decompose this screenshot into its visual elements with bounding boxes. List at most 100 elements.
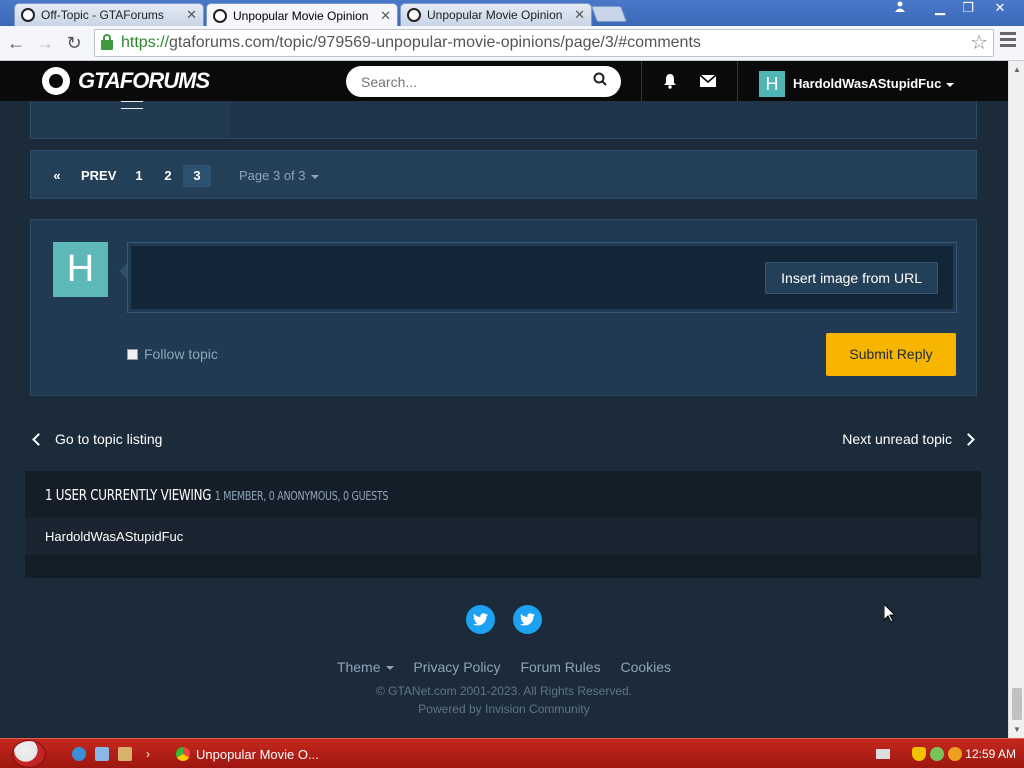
chevron-down-icon: [310, 174, 319, 179]
search-icon[interactable]: [593, 72, 607, 86]
user-menu[interactable]: HardoldWasAStupidFuc: [793, 76, 955, 91]
search-input[interactable]: [361, 73, 581, 90]
browser-tab-bar: Off-Topic - GTAForums ✕ Unpopular Movie …: [0, 0, 1024, 27]
pagination-bar: « PREV 1 2 3 Page 3 of 3: [30, 150, 977, 199]
viewing-count: 1 USER CURRENTLY VIEWING: [45, 486, 212, 504]
search-tray-icon[interactable]: [948, 747, 962, 761]
previous-post-bottom: [30, 101, 977, 139]
reply-user-avatar: H: [53, 242, 108, 297]
taskbar-window-label: Unpopular Movie O...: [196, 746, 319, 762]
viewing-breakdown: 1 MEMBER, 0 ANONYMOUS, 0 GUESTS: [214, 489, 389, 503]
forum-page: GTAFORUMS H HardoldWasAStupidFuc « PREV …: [0, 61, 1008, 738]
quick-launch-expand-icon[interactable]: ›: [146, 747, 154, 761]
privacy-policy-link[interactable]: Privacy Policy: [413, 659, 500, 675]
follow-topic-checkbox[interactable]: [127, 348, 138, 360]
forum-rules-link[interactable]: Forum Rules: [520, 659, 600, 675]
viewing-heading: 1 USER CURRENTLY VIEWING 1 MEMBER, 0 ANO…: [45, 486, 388, 504]
internet-explorer-icon[interactable]: [72, 747, 86, 761]
scroll-down-arrow-icon[interactable]: ▼: [1013, 725, 1021, 734]
taskbar-chrome-window[interactable]: Unpopular Movie O...: [170, 742, 320, 766]
cookies-link[interactable]: Cookies: [620, 659, 671, 675]
submit-reply-button[interactable]: Submit Reply: [826, 333, 956, 376]
window-controls: ▁ ❐ ✕: [886, 0, 1018, 18]
chrome-icon: [176, 747, 190, 761]
site-logo[interactable]: GTAFORUMS: [42, 67, 210, 95]
close-tab-icon[interactable]: ✕: [186, 7, 197, 23]
powered-by-link[interactable]: Powered by Invision Community: [0, 702, 1008, 716]
prev-page-button[interactable]: PREV: [81, 165, 116, 187]
twitter-bird-icon: [473, 613, 488, 626]
tab-title: Off-Topic - GTAForums: [41, 8, 164, 22]
viewer-username-link[interactable]: HardoldWasAStupidFuc: [45, 529, 183, 544]
header-divider: [737, 61, 738, 101]
scroll-up-arrow-icon[interactable]: ▲: [1013, 65, 1021, 74]
theme-menu[interactable]: Theme: [337, 659, 394, 675]
notifications-bell-icon[interactable]: [662, 73, 678, 89]
network-icon[interactable]: [930, 747, 944, 761]
gtaforums-favicon-icon: [407, 8, 421, 22]
forward-arrow-icon[interactable]: →: [33, 31, 57, 55]
os-taskbar: › Unpopular Movie O... 12:59 AM: [0, 738, 1024, 768]
page-link-1[interactable]: 1: [131, 165, 147, 187]
post-author-column: [31, 101, 231, 138]
quick-launch-app-icon[interactable]: [118, 747, 132, 761]
lock-icon: [101, 34, 113, 50]
reply-form: H Insert image from URL Follow topic Sub…: [30, 219, 977, 396]
minimize-icon[interactable]: ▁: [926, 0, 954, 18]
tab-title: Unpopular Movie Opinion: [427, 8, 563, 22]
user-profile-icon[interactable]: [886, 0, 914, 18]
new-tab-button[interactable]: [591, 6, 627, 22]
go-to-topic-listing-link[interactable]: Go to topic listing: [30, 431, 162, 447]
browser-menu-icon[interactable]: [1000, 32, 1016, 48]
security-shield-icon[interactable]: [912, 747, 926, 761]
mouse-cursor-icon: [884, 604, 896, 623]
logo-text: GTAFORUMS: [78, 68, 210, 93]
page-link-current[interactable]: 3: [183, 165, 211, 187]
insert-image-url-button[interactable]: Insert image from URL: [765, 262, 938, 294]
close-tab-icon[interactable]: ✕: [380, 8, 391, 24]
page-info-label: Page 3 of 3: [239, 168, 306, 183]
reply-editor[interactable]: Insert image from URL: [127, 242, 957, 313]
browser-tab-off-topic[interactable]: Off-Topic - GTAForums ✕: [14, 3, 204, 26]
restore-icon[interactable]: ❐: [954, 0, 982, 18]
currently-viewing-panel: 1 USER CURRENTLY VIEWING 1 MEMBER, 0 ANO…: [25, 471, 981, 578]
twitter-link[interactable]: [513, 605, 542, 634]
browser-tab-unpopular-active[interactable]: Unpopular Movie Opinion ✕: [206, 3, 398, 27]
gtaforums-favicon-icon: [21, 8, 35, 22]
first-page-icon[interactable]: «: [49, 165, 65, 187]
search-field[interactable]: [346, 66, 621, 97]
chevron-down-icon: [385, 666, 394, 671]
page-jump-dropdown[interactable]: Page 3 of 3: [239, 165, 319, 187]
close-window-icon[interactable]: ✕: [982, 0, 1018, 18]
next-unread-topic-link[interactable]: Next unread topic: [842, 431, 977, 447]
chevron-left-icon: [32, 432, 45, 446]
gtaforums-favicon-icon: [213, 8, 227, 23]
browser-toolbar: ← → ↻ https://gtaforums.com/topic/979569…: [0, 26, 1024, 61]
user-avatar[interactable]: H: [759, 71, 785, 97]
header-divider: [641, 61, 642, 101]
back-arrow-icon[interactable]: ←: [4, 31, 28, 55]
viewer-list-row: HardoldWasAStupidFuc: [25, 518, 977, 555]
address-bar[interactable]: https://gtaforums.com/topic/979569-unpop…: [94, 29, 994, 57]
show-desktop-icon[interactable]: [95, 747, 109, 761]
page-link-2[interactable]: 2: [160, 165, 176, 187]
topic-navigation: Go to topic listing Next unread topic: [30, 431, 977, 451]
page-scrollbar[interactable]: ▲ ▼: [1008, 61, 1024, 738]
next-unread-label: Next unread topic: [842, 431, 952, 447]
start-button[interactable]: [12, 740, 46, 768]
close-tab-icon[interactable]: ✕: [574, 7, 585, 23]
messages-envelope-icon[interactable]: [700, 75, 716, 87]
url-path: gtaforums.com/topic/979569-unpopular-mov…: [169, 34, 701, 51]
footer-links: Theme Privacy Policy Forum Rules Cookies: [0, 659, 1008, 675]
browser-tab-unpopular[interactable]: Unpopular Movie Opinion ✕: [400, 3, 592, 26]
gtaforums-logo-icon: [42, 67, 70, 95]
keyboard-icon[interactable]: [876, 749, 890, 759]
twitter-link[interactable]: [466, 605, 495, 634]
username: HardoldWasAStupidFuc: [793, 76, 942, 91]
copyright-text: © GTANet.com 2001-2023. All Rights Reser…: [375, 684, 633, 698]
system-clock[interactable]: 12:59 AM: [965, 747, 1016, 761]
reload-icon[interactable]: ↻: [62, 31, 86, 55]
bookmark-star-icon[interactable]: ☆: [970, 30, 988, 55]
scrollbar-thumb[interactable]: [1012, 688, 1022, 720]
follow-topic-toggle[interactable]: Follow topic: [127, 346, 218, 362]
